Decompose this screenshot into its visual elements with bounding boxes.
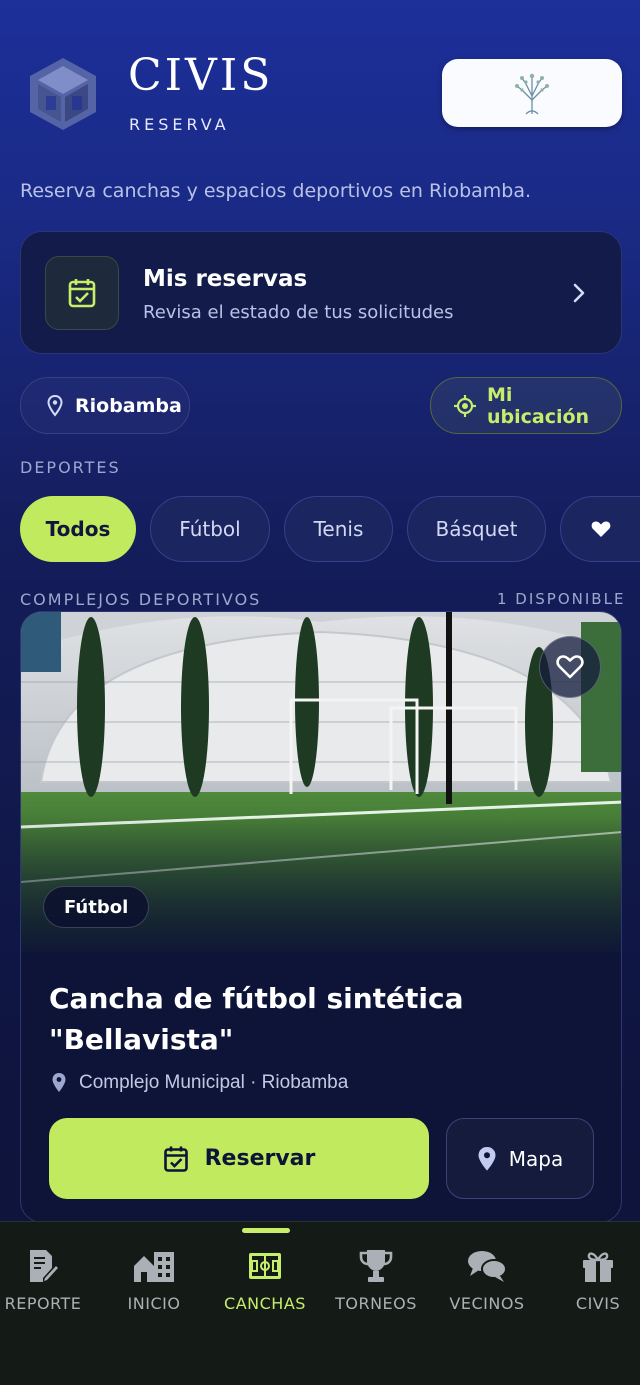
nav-label-canchas: CANCHAS [224, 1294, 306, 1313]
sport-chip-todos[interactable]: Todos [20, 496, 136, 562]
reserve-label: Reservar [204, 1146, 316, 1171]
facility-sport-tag: Fútbol [43, 886, 150, 928]
calendar-check-icon [45, 256, 119, 330]
calendar-check-icon [163, 1146, 188, 1172]
nav-label-vecinos: VECINOS [449, 1294, 525, 1313]
nav-item-reporte[interactable]: REPORTE [0, 1248, 98, 1313]
civis-logo-icon [28, 56, 98, 132]
nav-item-torneos[interactable]: TORNEOS [321, 1248, 431, 1313]
sport-chip-futbol[interactable]: Fútbol [150, 496, 270, 562]
facility-address: Complejo Municipal · Riobamba [51, 1072, 348, 1094]
location-pin-icon [47, 394, 63, 417]
sports-section-label: DEPORTES [20, 458, 121, 477]
crosshair-icon [453, 394, 476, 417]
tagline: Reserva canchas y espacios deportivos en… [20, 180, 532, 202]
brand-subtitle: RESERVA [129, 115, 230, 134]
nav-item-inicio[interactable]: INICIO [99, 1248, 209, 1313]
chat-icon [468, 1251, 507, 1282]
field-icon [249, 1253, 281, 1279]
nav-label-reporte: REPORTE [4, 1294, 82, 1313]
complexes-section-label: COMPLEJOS DEPORTIVOS [20, 590, 262, 609]
nav-label-torneos: TORNEOS [335, 1294, 417, 1313]
my-reservations-card[interactable]: Mis reservas Revisa el estado de tus sol… [20, 231, 622, 354]
map-button[interactable]: Mapa [446, 1118, 594, 1199]
tree-logo-button[interactable] [442, 59, 622, 127]
gift-icon [583, 1252, 613, 1282]
city-icon [134, 1252, 174, 1282]
tree-icon [515, 73, 549, 115]
facility-address-label: Complejo Municipal · Riobamba [79, 1072, 349, 1093]
available-count: 1 DISPONIBLE [497, 590, 626, 608]
nav-item-civis[interactable]: CIVIS [543, 1248, 640, 1313]
city-selector[interactable]: Riobamba [20, 377, 190, 434]
brand-title: CIVIS [128, 50, 274, 101]
sport-chip-basquet[interactable]: Básquet [407, 496, 546, 562]
location-pin-icon [478, 1146, 496, 1170]
my-location-button[interactable]: Mi ubicación [430, 377, 622, 434]
nav-item-vecinos[interactable]: VECINOS [432, 1248, 542, 1313]
active-tab-indicator [242, 1228, 290, 1233]
trophy-icon [359, 1250, 393, 1282]
nav-label-inicio: INICIO [127, 1294, 181, 1313]
nav-item-canchas[interactable]: CANCHAS [210, 1248, 320, 1313]
bottom-navigation: REPORTE INICIO CANCHAS TORNEOS VECINOS C… [0, 1221, 640, 1385]
sport-chip-favorites[interactable] [560, 496, 640, 562]
reserve-button[interactable]: Reservar [49, 1118, 429, 1199]
report-icon [30, 1250, 58, 1282]
my-location-label: Mi ubicación [486, 383, 590, 428]
location-pin-icon [52, 1073, 66, 1092]
heart-outline-icon [556, 655, 584, 679]
heart-icon [591, 521, 611, 537]
sport-chip-tenis[interactable]: Tenis [284, 496, 393, 562]
facility-card[interactable]: Fútbol Cancha de fútbol sintética "Bella… [20, 611, 622, 1223]
chevron-right-icon [573, 283, 585, 303]
city-label: Riobamba [75, 394, 182, 417]
my-reservations-subtitle: Revisa el estado de tus solicitudes [143, 302, 454, 323]
my-reservations-title: Mis reservas [143, 266, 308, 292]
favorite-button[interactable] [539, 636, 601, 698]
nav-label-civis: CIVIS [575, 1294, 621, 1313]
map-label: Mapa [508, 1146, 564, 1171]
facility-title: Cancha de fútbol sintética "Bellavista" [49, 982, 464, 1056]
